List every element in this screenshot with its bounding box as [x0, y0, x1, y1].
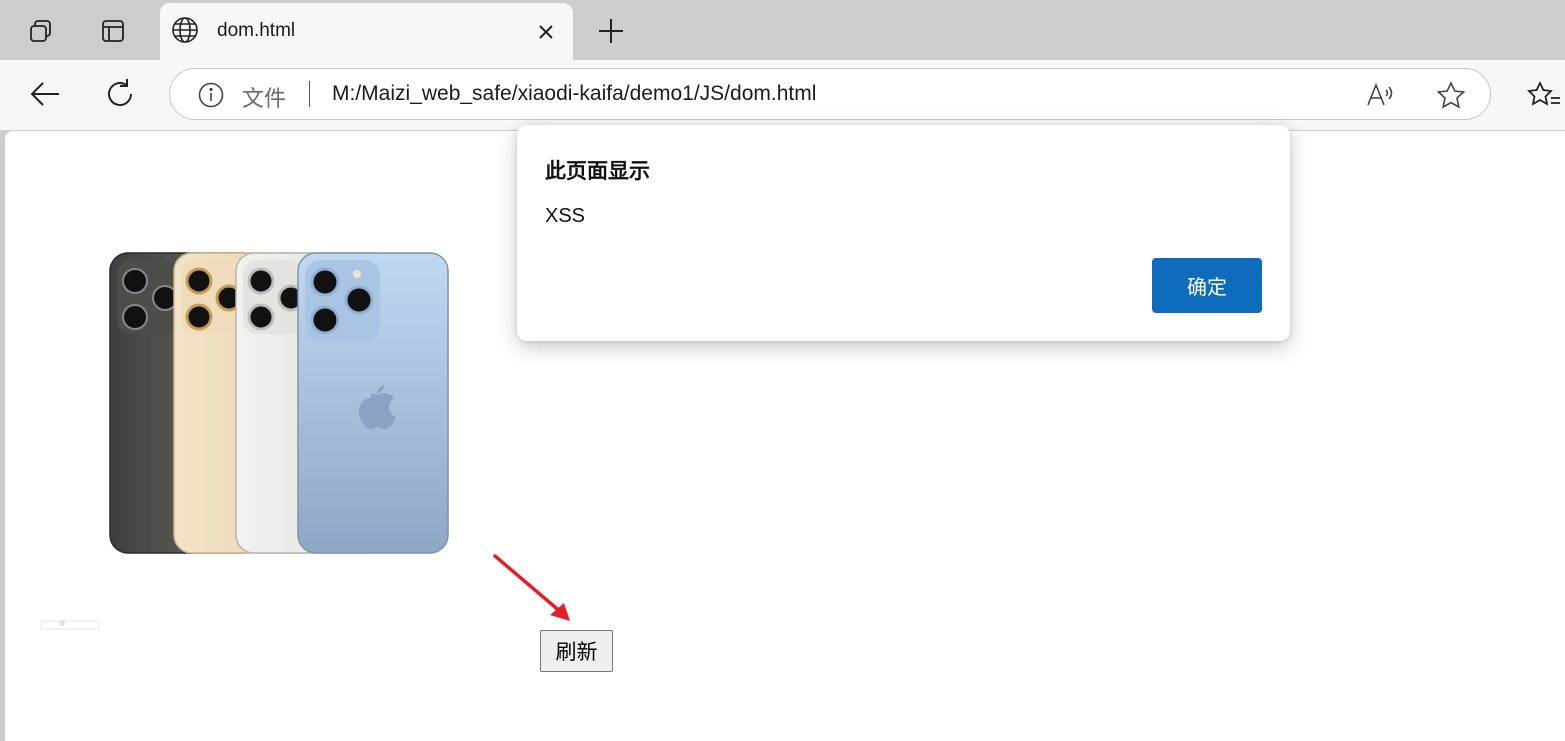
- tab-actions-icon[interactable]: [94, 12, 132, 50]
- globe-icon: [170, 15, 200, 45]
- watermark-logo: [39, 618, 101, 635]
- back-arrow-icon[interactable]: [25, 74, 65, 114]
- ok-button[interactable]: 确定: [1152, 258, 1262, 313]
- browser-toolbar: 文件 M:/Maizi_web_safe/xiaodi-kaifa/demo1/…: [0, 60, 1565, 130]
- active-tab[interactable]: dom.html: [160, 3, 573, 61]
- close-tab-icon[interactable]: [533, 19, 559, 45]
- site-label: 文件: [242, 87, 287, 112]
- dialog-title: 此页面显示: [545, 159, 650, 183]
- read-aloud-icon[interactable]: [1366, 81, 1396, 109]
- info-icon[interactable]: [198, 82, 224, 108]
- tab-strip: dom.html: [0, 0, 1565, 61]
- workspaces-icon[interactable]: [22, 12, 60, 50]
- favorites-icon[interactable]: [1526, 78, 1562, 112]
- new-tab-icon[interactable]: [594, 14, 628, 48]
- reload-icon[interactable]: [100, 74, 140, 114]
- address-separator: [309, 81, 310, 107]
- tab-title: dom.html: [217, 20, 296, 41]
- annotation-arrow: [493, 554, 570, 621]
- address-bar[interactable]: 文件 M:/Maizi_web_safe/xiaodi-kaifa/demo1/…: [169, 68, 1491, 120]
- iphone-product-image: [109, 252, 449, 554]
- refresh-button[interactable]: 刷新: [540, 630, 613, 672]
- alert-dialog: 此页面显示 XSS 确定: [517, 125, 1290, 341]
- star-icon[interactable]: [1436, 81, 1466, 109]
- dialog-message: XSS: [545, 205, 586, 227]
- url-text[interactable]: M:/Maizi_web_safe/xiaodi-kaifa/demo1/JS/…: [332, 82, 816, 106]
